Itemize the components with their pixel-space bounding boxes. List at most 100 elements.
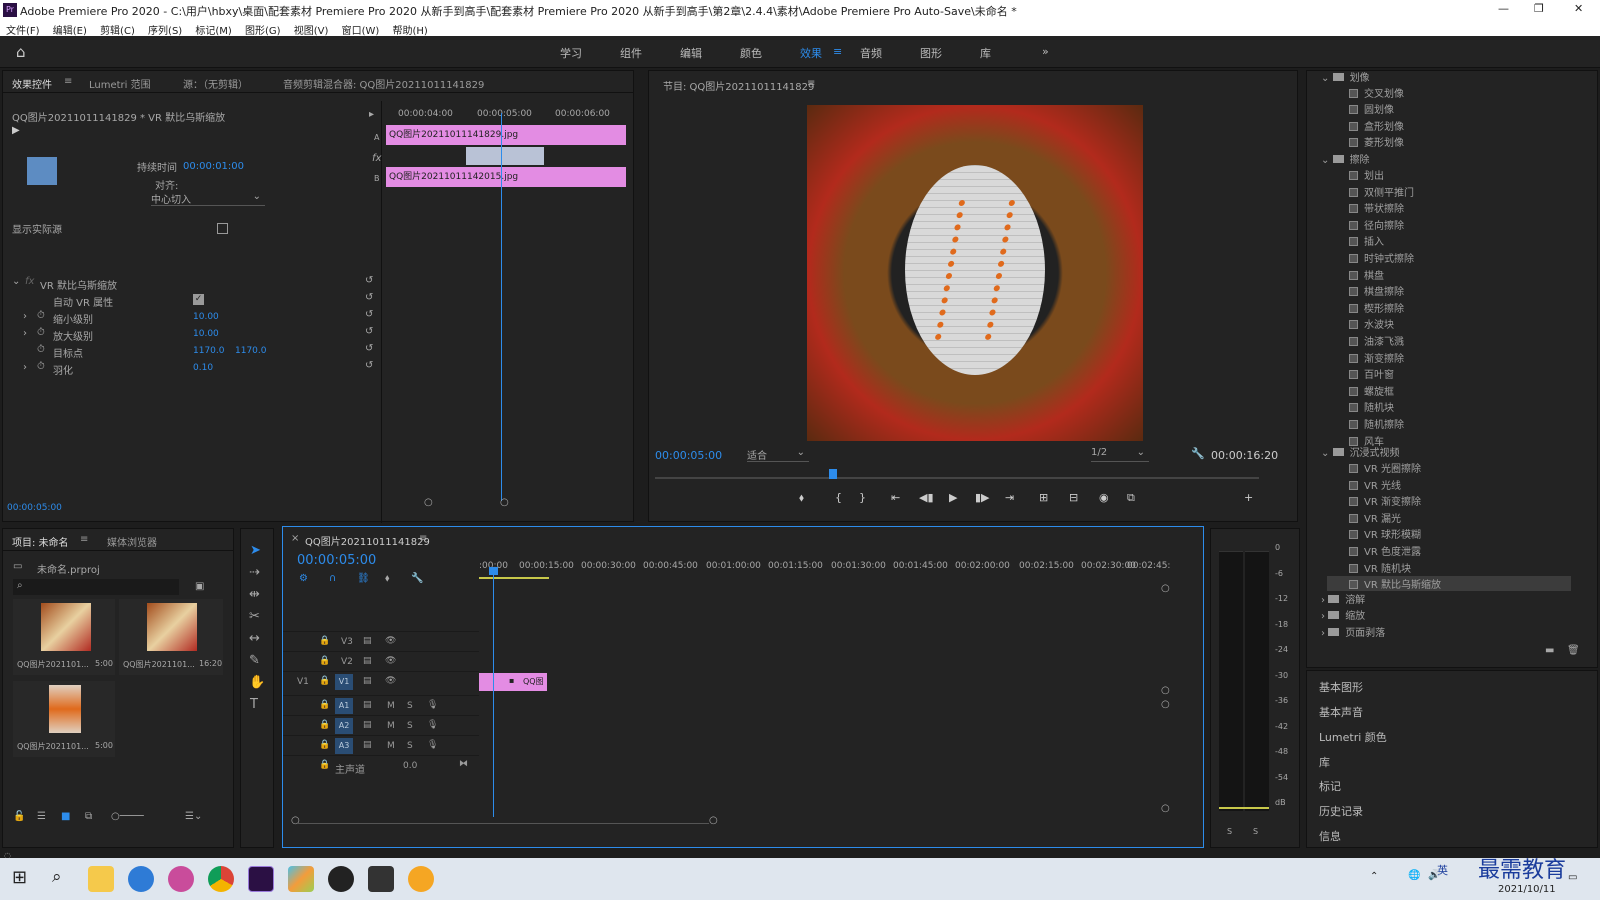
expand-icon[interactable]: ›	[23, 362, 27, 373]
effect-item[interactable]: VR 随机块	[1349, 560, 1411, 575]
solo-button[interactable]: S	[407, 721, 413, 731]
panel-essential-graphics[interactable]: 基本图形	[1319, 679, 1363, 695]
project-item[interactable]: QQ图片2021101... 5:00	[13, 681, 115, 757]
effect-item[interactable]: 插入	[1349, 233, 1384, 248]
effect-item[interactable]: 圆划像	[1349, 101, 1394, 116]
tab-lumetri-scopes[interactable]: Lumetri 范围	[89, 76, 151, 91]
ws-tab-audio[interactable]: 音频	[860, 45, 882, 61]
h-scrollbar[interactable]	[297, 823, 709, 824]
track-target-a3[interactable]: A3	[335, 738, 353, 754]
tray-chevron-icon[interactable]: ⌃	[1370, 871, 1378, 882]
lock-icon[interactable]: 🔓	[13, 811, 25, 822]
prop-feather-value[interactable]: 0.10	[193, 363, 213, 373]
play-button[interactable]: ▶	[949, 491, 957, 504]
effect-item[interactable]: 楔形擦除	[1349, 300, 1404, 315]
lock-icon[interactable]: 🔒	[319, 720, 330, 730]
folder-dissolve[interactable]: › 溶解	[1321, 591, 1365, 606]
panel-menu-icon[interactable]: ≡	[64, 76, 72, 87]
effect-item[interactable]: 盒形划像	[1349, 118, 1404, 133]
stopwatch-icon[interactable]: ⏱	[37, 361, 45, 372]
effect-item[interactable]: 交叉划像	[1349, 85, 1404, 100]
effect-item[interactable]: 随机块	[1349, 399, 1394, 414]
lock-icon[interactable]: 🔒	[319, 676, 330, 686]
slip-tool-icon[interactable]: ↔	[249, 631, 260, 646]
show-source-checkbox[interactable]	[217, 223, 228, 234]
fit-select[interactable]: 适合 ⌄	[747, 447, 809, 462]
sync-lock-icon[interactable]: ▤	[363, 740, 372, 750]
photo-app-icon[interactable]	[288, 866, 314, 892]
lift-button[interactable]: ⊞	[1039, 491, 1048, 504]
linked-selection-icon[interactable]: ⛓	[357, 573, 370, 584]
app-icon[interactable]	[168, 866, 194, 892]
effect-item-selected[interactable]: VR 默比乌斯缩放	[1327, 576, 1571, 592]
clock-date[interactable]: 2021/10/11	[1498, 884, 1556, 895]
close-tab-icon[interactable]: ×	[291, 533, 299, 544]
project-search-input[interactable]: ⌕	[13, 579, 179, 595]
type-tool-icon[interactable]: T	[250, 697, 258, 712]
panel-essential-sound[interactable]: 基本声音	[1319, 704, 1363, 720]
go-to-out-button[interactable]: ⇥	[1005, 491, 1014, 504]
folder-page-peel[interactable]: › 页面剥落	[1321, 624, 1385, 639]
effect-item[interactable]: 百叶窗	[1349, 366, 1394, 381]
project-item[interactable]: QQ图片2021101... 16:20	[119, 599, 223, 675]
compare-view-button[interactable]: ⧉	[1127, 491, 1135, 505]
solo-left-button[interactable]: S	[1227, 827, 1232, 836]
edge-icon[interactable]	[128, 866, 154, 892]
ripple-edit-tool-icon[interactable]: ⇹	[249, 587, 260, 602]
mic-icon[interactable]: 🎙	[427, 740, 438, 750]
ws-tab-effects[interactable]: 效果	[800, 45, 822, 61]
panel-markers[interactable]: 标记	[1319, 778, 1341, 794]
ec-clip-a[interactable]: QQ图片20211011141829.jpg	[386, 125, 626, 145]
panel-menu-icon[interactable]: ≡	[419, 533, 427, 544]
stopwatch-icon[interactable]: ⏱	[37, 310, 45, 321]
sync-lock-icon[interactable]: ▤	[363, 720, 372, 730]
effect-item[interactable]: VR 光圈擦除	[1349, 460, 1421, 475]
stopwatch-icon[interactable]: ⏱	[37, 327, 45, 338]
effect-item[interactable]: 油漆飞溅	[1349, 333, 1404, 348]
tab-effect-controls[interactable]: 效果控件	[12, 76, 52, 91]
zoom-slider[interactable]: ○────	[111, 811, 144, 822]
prop-zoom-in-value[interactable]: 10.00	[193, 329, 219, 339]
windows-start-icon[interactable]: ⊞	[12, 867, 27, 888]
timeline-clip-v1[interactable]: ▪ QQ图	[479, 673, 547, 691]
timeline-ruler[interactable]: :00:00 00:00:15:00 00:00:30:00 00:00:45:…	[479, 561, 1170, 581]
quality-select[interactable]: 1/2 ⌄	[1091, 447, 1149, 462]
notification-icon[interactable]: ▭	[1568, 872, 1577, 883]
add-marker-button[interactable]: ⬧	[799, 491, 804, 505]
effect-item[interactable]: VR 球形模糊	[1349, 526, 1421, 541]
a-scroll-handle[interactable]: ○	[1161, 699, 1170, 710]
step-forward-button[interactable]: ▮▶	[975, 491, 990, 504]
prop-zoom-out-value[interactable]: 10.00	[193, 312, 219, 322]
transition-block[interactable]	[466, 147, 544, 165]
ec-scroll-handle-right[interactable]: ○	[500, 497, 509, 508]
solo-button[interactable]: S	[407, 701, 413, 711]
sort-icon[interactable]: ☰⌄	[185, 811, 202, 822]
add-marker-icon[interactable]: ⬧	[385, 573, 390, 584]
ec-timecode[interactable]: 00:00:05:00	[7, 503, 62, 513]
ws-tab-assembly[interactable]: 组件	[620, 45, 642, 61]
timeline-timecode[interactable]: 00:00:05:00	[297, 553, 376, 568]
effect-item[interactable]: VR 色度泄露	[1349, 543, 1421, 558]
icon-view-icon[interactable]: ■	[61, 811, 70, 822]
work-area-bar[interactable]	[479, 577, 549, 579]
reset-zoom-out-icon[interactable]: ↺	[365, 309, 373, 320]
program-menu-icon[interactable]: ≡	[807, 78, 815, 89]
solo-button[interactable]: S	[407, 741, 413, 751]
ws-menu-icon[interactable]: ≡	[833, 45, 842, 58]
ws-tab-learn[interactable]: 学习	[560, 45, 582, 61]
program-playhead[interactable]	[829, 469, 837, 479]
effect-item[interactable]: VR 漏光	[1349, 510, 1401, 525]
volume-icon[interactable]: 🔊	[1428, 870, 1440, 881]
playhead-handle[interactable]	[489, 567, 498, 575]
effect-item[interactable]: 随机擦除	[1349, 416, 1404, 431]
tab-project[interactable]: 项目: 未命名	[12, 534, 69, 549]
effect-item[interactable]: 渐变擦除	[1349, 350, 1404, 365]
ws-tab-editing[interactable]: 编辑	[680, 45, 702, 61]
lock-icon[interactable]: 🔒	[319, 656, 330, 666]
solo-right-button[interactable]: S	[1253, 827, 1258, 836]
track-target-a2[interactable]: A2	[335, 718, 353, 734]
snap-icon[interactable]: ∩	[329, 573, 336, 584]
new-bin-icon[interactable]: ▬	[1545, 645, 1554, 656]
effect-item[interactable]: 径向擦除	[1349, 217, 1404, 232]
photos-icon[interactable]	[368, 866, 394, 892]
